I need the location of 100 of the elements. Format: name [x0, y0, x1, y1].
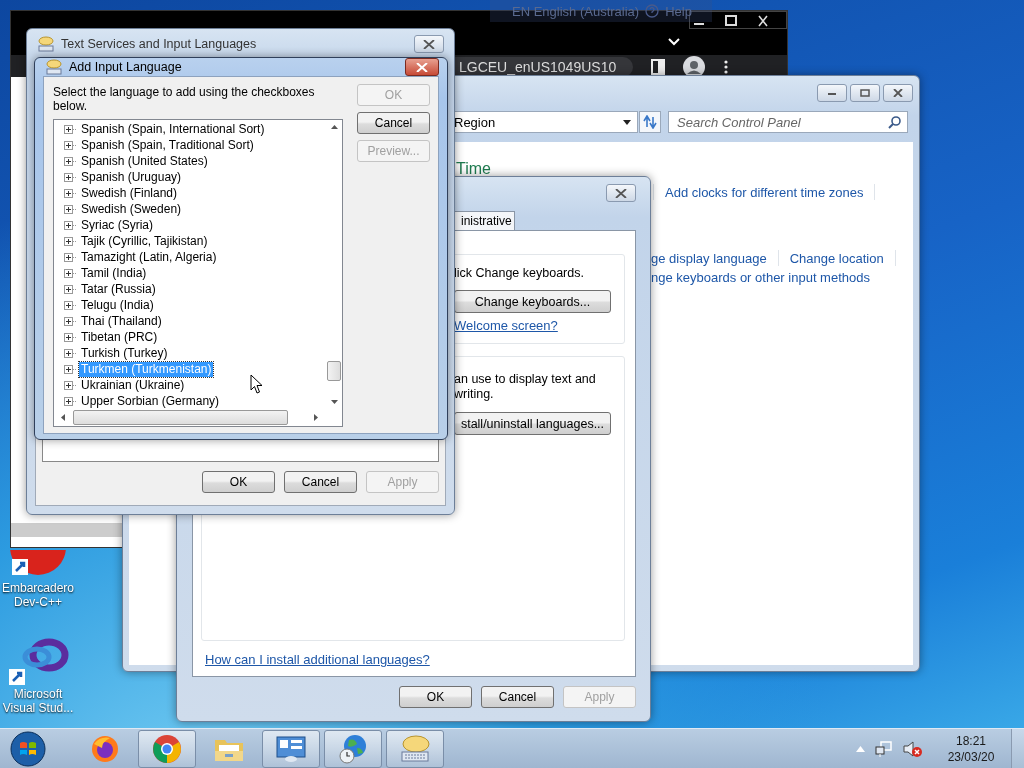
- scroll-thumb[interactable]: [327, 360, 341, 381]
- chevron-down-icon[interactable]: [667, 37, 681, 47]
- instruction-text: Select the language to add using the checkboxes below.: [53, 85, 316, 113]
- install-languages-button[interactable]: stall/uninstall languages...: [454, 412, 611, 435]
- clock-time: 18:21: [956, 732, 986, 749]
- link[interactable]: nge keyboards or other input methods: [651, 270, 870, 285]
- expand-icon[interactable]: [64, 348, 77, 358]
- language-item[interactable]: Tamazight (Latin, Algeria): [79, 249, 219, 265]
- expand-icon[interactable]: [64, 124, 77, 134]
- expand-icon[interactable]: [64, 140, 77, 150]
- language-item[interactable]: Spanish (Spain, Traditional Sort): [79, 137, 256, 153]
- change-keyboards-button[interactable]: Change keyboards...: [454, 290, 611, 313]
- keyboard-bubble-icon: [37, 36, 55, 52]
- help-icon[interactable]: [645, 4, 660, 18]
- help-link[interactable]: How can I install additional languages?: [205, 652, 625, 667]
- link[interactable]: Welcome screen?: [454, 318, 558, 333]
- search-field[interactable]: Search Control Panel: [668, 111, 908, 133]
- dialog-button[interactable]: Cancel: [357, 112, 430, 134]
- desktop-icon-label: Embarcadero Dev-C++: [0, 581, 75, 609]
- close-icon: [893, 89, 903, 97]
- keyboard-bubble-icon: [45, 59, 63, 75]
- scroll-up-icon[interactable]: [330, 125, 338, 129]
- refresh-icon: [642, 115, 658, 129]
- link[interactable]: Change location: [789, 250, 884, 266]
- expand-icon[interactable]: [64, 188, 77, 198]
- description-text: an use to display text and writing.: [454, 372, 597, 402]
- start-button[interactable]: [10, 730, 46, 767]
- language-item[interactable]: Swedish (Sweden): [79, 201, 184, 217]
- desktop-icon-label: Microsoft Visual Stud...: [1, 687, 75, 715]
- sidebar-icon[interactable]: [651, 59, 665, 75]
- instruction-text: lick Change keyboards.: [454, 266, 584, 280]
- scroll-right-icon[interactable]: [314, 414, 318, 421]
- expand-icon[interactable]: [64, 220, 77, 230]
- close-button[interactable]: [405, 58, 439, 76]
- close-button[interactable]: [414, 35, 444, 53]
- expand-icon[interactable]: [64, 316, 77, 326]
- maximize-icon: [860, 89, 870, 97]
- clock[interactable]: 18:21 23/03/20: [941, 732, 1001, 765]
- language-item[interactable]: Spanish (United States): [79, 153, 210, 169]
- taskbar-button[interactable]: [138, 729, 196, 768]
- language-item[interactable]: Telugu (India): [79, 297, 156, 313]
- firefox-icon: [90, 733, 120, 764]
- language-item[interactable]: Turkish (Turkey): [79, 345, 170, 361]
- expand-icon[interactable]: [64, 172, 77, 182]
- expand-icon[interactable]: [64, 204, 77, 214]
- expand-icon[interactable]: [64, 300, 77, 310]
- dialog-button[interactable]: OK: [202, 471, 275, 493]
- scroll-thumb[interactable]: [73, 410, 288, 425]
- more-menu-icon[interactable]: [723, 59, 729, 75]
- taskbar-button[interactable]: [262, 729, 320, 768]
- scroll-down-icon[interactable]: [330, 400, 338, 404]
- keyboard-bubble-icon: [398, 734, 432, 763]
- language-item[interactable]: Upper Sorbian (Germany): [79, 393, 222, 409]
- expand-icon[interactable]: [64, 252, 77, 262]
- window-title: Add Input Language: [69, 60, 182, 74]
- language-item[interactable]: Syriac (Syria): [79, 217, 155, 233]
- chrome-icon: [152, 733, 182, 764]
- close-button[interactable]: [606, 184, 636, 202]
- volume-muted-icon[interactable]: [903, 740, 923, 757]
- language-item[interactable]: Tatar (Russia): [79, 281, 158, 297]
- language-item[interactable]: Tamil (India): [79, 265, 149, 281]
- language-item[interactable]: Ukrainian (Ukraine): [79, 377, 187, 393]
- expand-icon[interactable]: [64, 380, 77, 390]
- globe-clock-icon: [337, 733, 369, 764]
- expand-icon[interactable]: [64, 284, 77, 294]
- language-item[interactable]: Spanish (Uruguay): [79, 169, 184, 185]
- close-icon: [615, 188, 627, 198]
- expand-icon[interactable]: [64, 332, 77, 342]
- language-item[interactable]: Thai (Thailand): [79, 313, 164, 329]
- language-item[interactable]: Tajik (Cyrillic, Tajikistan): [79, 233, 210, 249]
- scroll-left-icon[interactable]: [61, 414, 65, 421]
- control-panel-icon: [275, 734, 307, 763]
- dialog-button[interactable]: Cancel: [481, 686, 554, 708]
- close-icon: [423, 39, 435, 49]
- expand-icon[interactable]: [64, 268, 77, 278]
- maximize-icon[interactable]: [722, 15, 740, 27]
- language-item[interactable]: Tibetan (PRC): [79, 329, 160, 345]
- expand-icon[interactable]: [64, 364, 77, 374]
- window-title: Text Services and Input Languages: [61, 37, 257, 51]
- dialog-button[interactable]: OK: [399, 686, 472, 708]
- minimize-icon: [827, 90, 837, 96]
- minimize-button[interactable]: [817, 84, 847, 102]
- expand-icon[interactable]: [64, 396, 77, 406]
- language-item[interactable]: Swedish (Finland): [79, 185, 180, 201]
- link[interactable]: Add clocks for different time zones: [665, 184, 864, 200]
- taskbar-button[interactable]: [386, 729, 444, 768]
- link[interactable]: ge display language: [651, 250, 767, 266]
- dropdown-icon: [623, 119, 631, 125]
- dialog-button[interactable]: Cancel: [284, 471, 357, 493]
- refresh-button[interactable]: [639, 111, 661, 133]
- taskbar-button[interactable]: [324, 729, 382, 768]
- close-button[interactable]: [883, 84, 913, 102]
- address-text: LGCEU_enUS1049US10: [459, 59, 617, 75]
- expand-icon[interactable]: [64, 156, 77, 166]
- expand-icon[interactable]: [64, 236, 77, 246]
- maximize-button[interactable]: [850, 84, 880, 102]
- section-heading: Time: [456, 160, 491, 178]
- network-icon[interactable]: [875, 740, 893, 757]
- language-item[interactable]: Spanish (Spain, International Sort): [79, 121, 267, 137]
- clock-date: 23/03/20: [947, 748, 995, 765]
